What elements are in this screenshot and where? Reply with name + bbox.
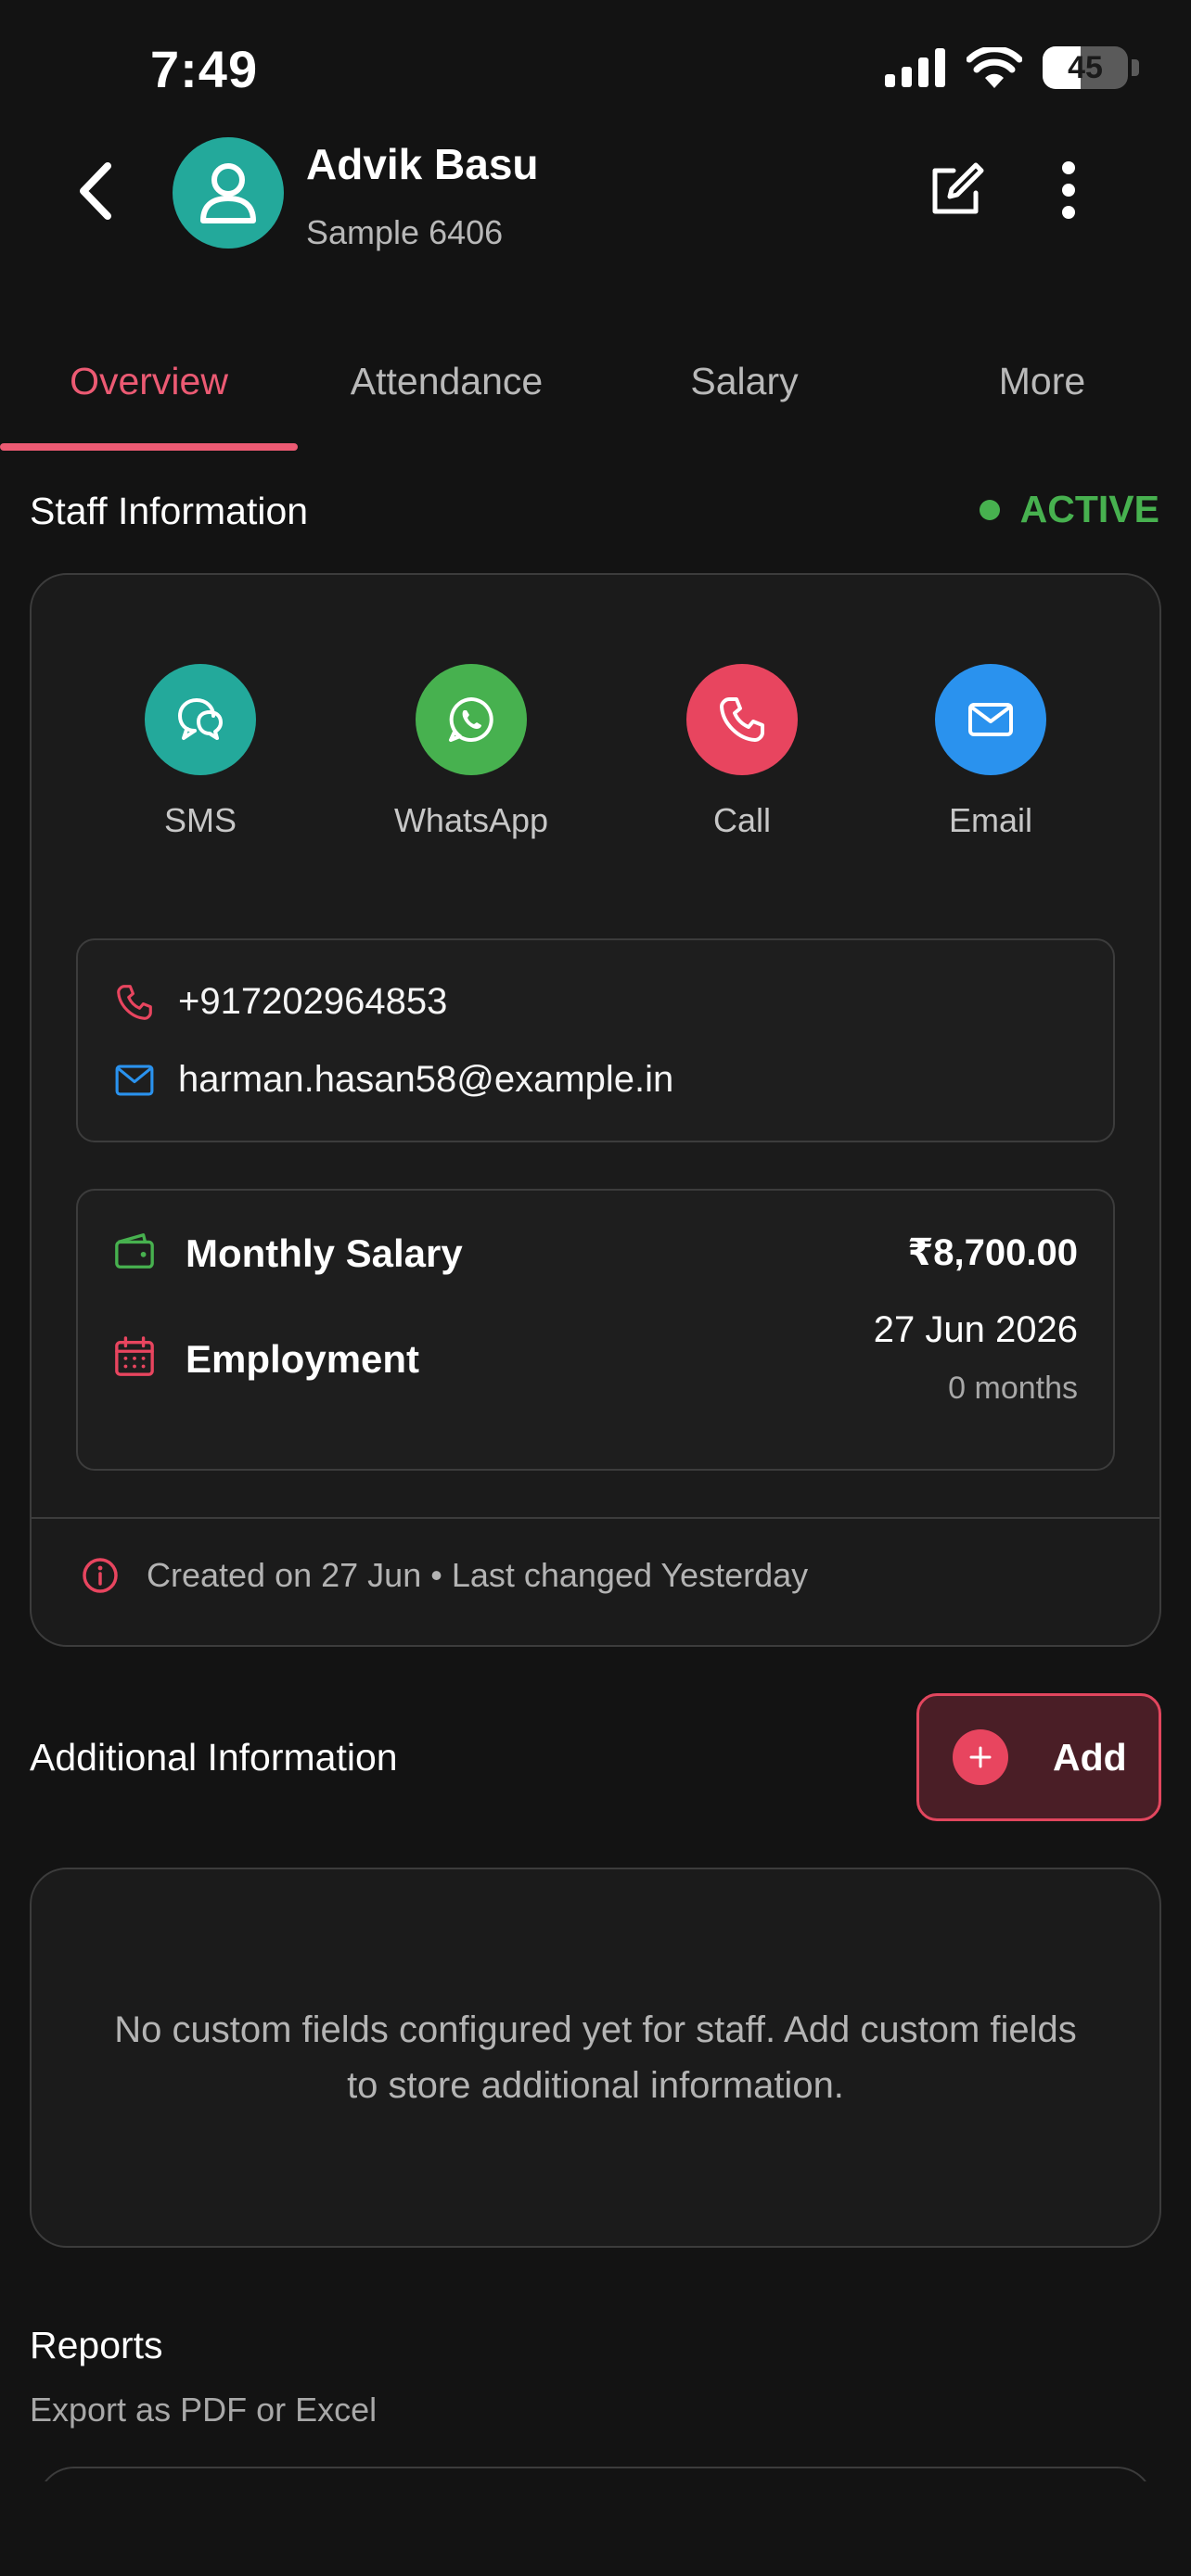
whatsapp-icon [416,664,527,775]
add-field-button[interactable]: Add [916,1693,1161,1821]
wallet-icon [113,1230,156,1272]
status-dot-icon [979,499,1000,520]
edit-button[interactable] [926,161,985,221]
phone-number[interactable]: +917202964853 [178,981,447,1023]
status-badge: ACTIVE [979,488,1159,531]
user-icon [200,163,256,223]
phone-icon [113,981,156,1024]
back-button[interactable] [67,161,122,221]
chevron-left-icon [80,162,111,220]
salary-value: ₹8,700.00 [907,1232,1078,1273]
call-label: Call [712,801,771,839]
staff-name: Advik Basu [306,140,539,188]
empty-state-text: No custom fields configured yet for staf… [114,2009,1077,2106]
email-action[interactable]: Email [898,664,1083,840]
tab-attendance[interactable]: Attendance [298,343,596,451]
bottom-fade [0,2481,1191,2576]
contact-details: +917202964853 harman.hasan58@example.in [76,938,1115,1142]
sms-action[interactable]: SMS [108,664,293,840]
whatsapp-label: WhatsApp [393,801,549,839]
staff-info-card: SMS WhatsApp Call Email +917202964853 ha… [30,573,1161,1647]
additional-info-title: Additional Information [30,1736,398,1779]
call-action[interactable]: Call [649,664,835,840]
battery-icon: 45 [1043,46,1128,89]
sms-icon [145,664,256,775]
employment-label: Employment [186,1337,420,1381]
record-meta: Created on 27 Jun • Last changed Yesterd… [82,1556,808,1595]
staff-info-title: Staff Information [30,490,309,532]
whatsapp-action[interactable]: WhatsApp [378,664,564,840]
custom-fields-empty-state: No custom fields configured yet for staf… [30,1868,1161,2248]
email-icon [935,664,1046,775]
employment-duration: 0 months [948,1371,1078,1406]
info-icon [83,1558,118,1593]
signal-icon [885,48,945,87]
profile-header: Advik Basu Sample 6406 [0,137,1191,251]
tab-bar: Overview Attendance Salary More [0,343,1191,451]
battery-level: 45 [1068,49,1103,85]
email-address[interactable]: harman.hasan58@example.in [178,1059,673,1101]
calendar-icon [113,1335,156,1378]
status-text: ACTIVE [1019,488,1159,530]
employment-date: 27 Jun 2026 [873,1309,1078,1350]
add-label: Add [1053,1735,1127,1779]
edit-icon [932,162,984,214]
reports-subtitle: Export as PDF or Excel [30,2391,378,2429]
more-options-button[interactable] [1050,158,1087,223]
phone-icon [686,664,798,775]
employment-details: Monthly Salary ₹8,700.00 Employment 27 J… [76,1189,1115,1471]
meta-text: Created on 27 Jun • Last changed Yesterd… [147,1556,809,1594]
wifi-icon [967,47,1022,88]
status-time: 7:49 [150,40,259,98]
email-label: Email [948,801,1033,839]
status-icons: 45 [885,46,1139,89]
tab-overview[interactable]: Overview [0,343,298,451]
reports-title: Reports [30,2324,163,2366]
plus-icon [953,1729,1008,1785]
status-bar: 7:49 45 [0,0,1191,139]
card-divider [32,1517,1159,1519]
tab-more[interactable]: More [893,343,1191,451]
staff-subtitle: Sample 6406 [306,213,504,251]
tab-salary[interactable]: Salary [596,343,893,451]
avatar [173,137,284,249]
salary-label: Monthly Salary [186,1231,463,1275]
email-icon [113,1059,156,1102]
sms-label: SMS [163,801,237,839]
